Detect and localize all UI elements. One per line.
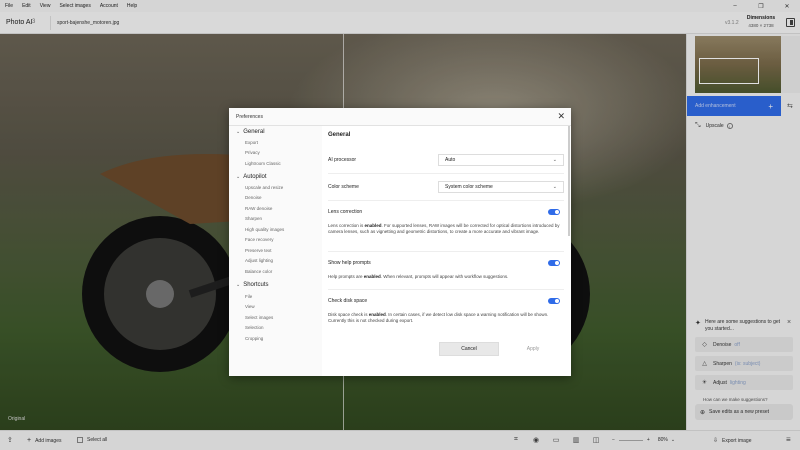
desc-rest: . When relevant, prompts will appear wit… [380, 274, 509, 279]
chevron-down-icon: ⌄ [236, 129, 241, 135]
nav-item-file[interactable]: File [245, 294, 252, 299]
nav-section-general[interactable]: ⌄ General [236, 129, 265, 135]
apply-button[interactable]: Apply [507, 342, 559, 356]
nav-item-raw-denoise[interactable]: RAW denoise [245, 206, 272, 211]
nav-item-export[interactable]: Export [245, 140, 258, 145]
desc-prefix: Lens correction is [328, 223, 365, 228]
help-prompts-label: Show help prompts [328, 260, 371, 266]
nav-section-autopilot[interactable]: ⌄ Autopilot [236, 174, 267, 180]
divider [328, 251, 564, 252]
nav-item-preserve-text[interactable]: Preserve text [245, 248, 272, 253]
lens-correction-description: Lens correction is enabled. For supporte… [328, 223, 560, 235]
nav-section-label: General [243, 129, 265, 135]
desc-prefix: Help prompts are [328, 274, 364, 279]
nav-item-high-quality[interactable]: High quality images [245, 227, 284, 232]
desc-prefix: Disk space check is [328, 312, 369, 317]
nav-item-view[interactable]: View [245, 304, 255, 309]
divider [328, 289, 564, 290]
close-icon[interactable]: ✕ [557, 111, 565, 122]
disk-space-description: Disk space check is enabled. In certain … [328, 312, 560, 324]
desc-state: enabled [363, 274, 381, 279]
dialog-title: Preferences [236, 114, 263, 120]
color-scheme-label: Color scheme [328, 184, 359, 190]
desc-state: enabled [368, 312, 386, 317]
preferences-dialog: Preferences ✕ ⌄ General Export Privacy L… [229, 108, 571, 376]
chevron-down-icon: ⌄ [236, 282, 241, 288]
preferences-nav: ⌄ General Export Privacy Lightroom Class… [229, 126, 321, 376]
cancel-button[interactable]: Cancel [439, 342, 499, 356]
color-scheme-select[interactable]: System color scheme ⌄ [438, 181, 564, 193]
nav-item-privacy[interactable]: Privacy [245, 150, 260, 155]
color-scheme-value: System color scheme [445, 184, 493, 190]
desc-state: enabled [364, 223, 382, 228]
chevron-down-icon: ⌄ [552, 157, 557, 163]
lens-correction-label: Lens correction [328, 209, 363, 215]
lens-correction-toggle[interactable] [548, 209, 560, 215]
nav-item-sharpen[interactable]: Sharpen [245, 216, 262, 221]
nav-section-shortcuts[interactable]: ⌄ Shortcuts [236, 282, 269, 288]
nav-item-select-images[interactable]: Select images [245, 315, 273, 320]
help-prompts-toggle[interactable] [548, 260, 560, 266]
nav-section-label: Autopilot [243, 174, 267, 180]
help-prompts-description: Help prompts are enabled. When relevant,… [328, 274, 560, 280]
divider [328, 200, 564, 201]
section-heading: General [328, 132, 351, 138]
disk-space-label: Check disk space [328, 298, 368, 304]
ai-processor-label: AI processor [328, 157, 357, 163]
nav-item-denoise[interactable]: Denoise [245, 195, 262, 200]
chevron-down-icon: ⌄ [552, 184, 557, 190]
nav-item-selection[interactable]: Selection [245, 325, 264, 330]
nav-item-face-recovery[interactable]: Face recovery [245, 237, 274, 242]
divider [328, 173, 564, 174]
ai-processor-value: Auto [445, 157, 456, 163]
ai-processor-select[interactable]: Auto ⌄ [438, 154, 564, 166]
nav-item-balance-color[interactable]: Balance color [245, 269, 272, 274]
preferences-content: General AI processor Auto ⌄ Color scheme… [322, 126, 571, 376]
nav-item-adjust-lighting[interactable]: Adjust lighting [245, 258, 273, 263]
content-scrollbar[interactable] [568, 126, 570, 236]
nav-item-lightroom-classic[interactable]: Lightroom Classic [245, 161, 281, 166]
chevron-down-icon: ⌄ [236, 174, 241, 180]
nav-section-label: Shortcuts [243, 282, 269, 288]
disk-space-toggle[interactable] [548, 298, 560, 304]
nav-item-cropping[interactable]: Cropping [245, 336, 263, 341]
nav-item-upscale-resize[interactable]: Upscale and resize [245, 185, 283, 190]
